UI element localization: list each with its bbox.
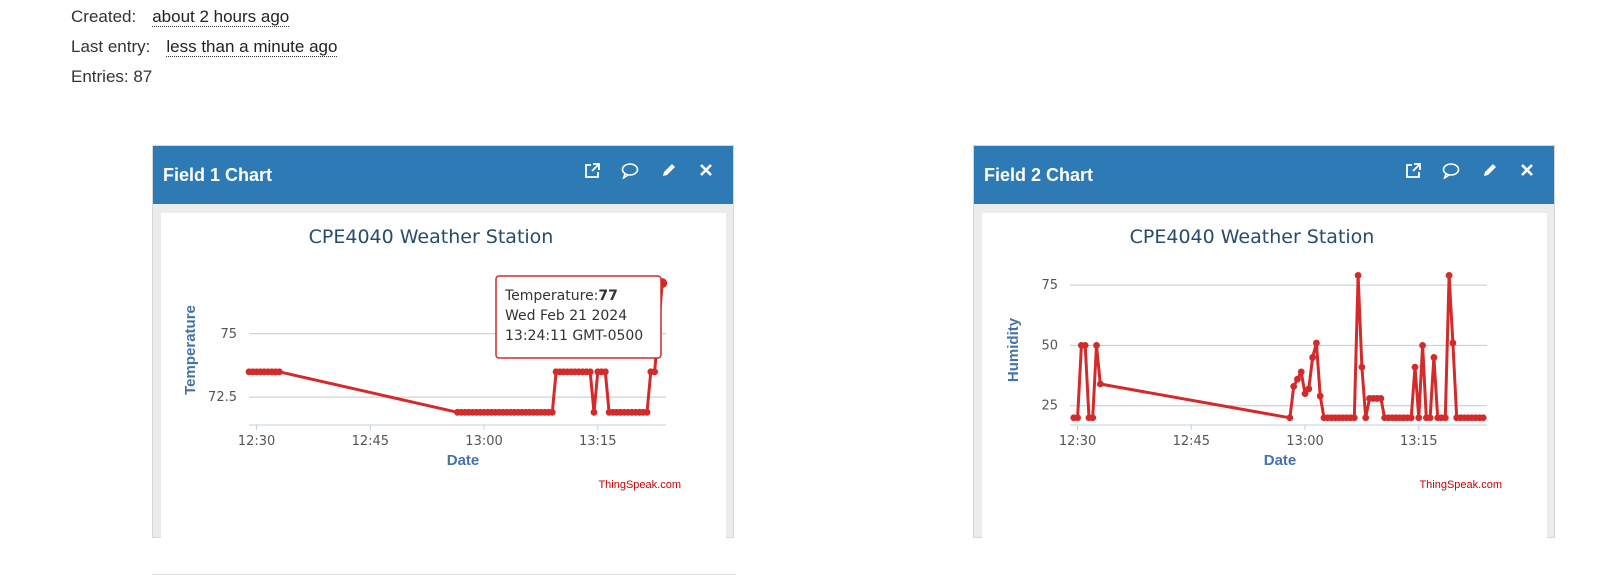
panel-title: Field 1 Chart xyxy=(163,165,273,185)
data-point[interactable] xyxy=(586,368,594,376)
x-tick-label: 12:30 xyxy=(1059,434,1096,449)
data-point[interactable] xyxy=(1309,354,1317,361)
data-point[interactable] xyxy=(1430,354,1438,361)
x-tick-label: 13:15 xyxy=(579,434,616,449)
data-point[interactable] xyxy=(1290,382,1298,390)
y-axis-title: Temperature xyxy=(182,305,199,395)
y-tick-label: 75 xyxy=(1041,278,1058,293)
thingspeak-credit[interactable]: ThingSpeak.com xyxy=(1419,479,1502,491)
chart-area: CPE4040 Weather Station 12:30 12:45 13:00 1… xyxy=(982,213,1547,543)
panel-header: Field 1 Chart xyxy=(153,146,733,204)
created-label: Created: xyxy=(71,7,137,26)
external-link-icon[interactable] xyxy=(583,162,601,182)
y-axis-title: Humidity xyxy=(1005,317,1022,382)
y-tick-label: 25 xyxy=(1041,399,1058,414)
chart-area: CPE4040 Weather Station 12:30 12:45 13:00 1… xyxy=(161,213,726,543)
tooltip-value: 77 xyxy=(598,288,617,304)
created-row: Created: about 2 hours ago xyxy=(71,7,290,27)
close-icon[interactable] xyxy=(697,162,715,182)
data-point[interactable] xyxy=(1093,341,1100,349)
comment-icon[interactable] xyxy=(621,162,639,182)
data-point[interactable] xyxy=(1377,395,1385,402)
data-point[interactable] xyxy=(1305,385,1313,393)
svg-text:Temperature:77: Temperature:77 xyxy=(504,288,618,304)
chart-title: CPE4040 Weather Station xyxy=(1130,226,1375,248)
data-point[interactable] xyxy=(1426,414,1434,422)
entries-count: Entries: 87 xyxy=(71,67,153,86)
panel-toolbar xyxy=(583,162,715,182)
x-tick-label: 12:45 xyxy=(352,434,389,449)
data-point[interactable] xyxy=(643,408,651,416)
data-point[interactable] xyxy=(1362,414,1370,422)
y-tick-label: 72.5 xyxy=(208,390,237,405)
thingspeak-credit[interactable]: ThingSpeak.com xyxy=(598,479,681,491)
temperature-chart: CPE4040 Weather Station 12:30 12:45 13:00 1… xyxy=(182,226,681,491)
x-axis-title: Date xyxy=(1264,452,1297,469)
data-point[interactable] xyxy=(1294,375,1301,383)
data-point[interactable] xyxy=(1354,272,1362,279)
data-point[interactable] xyxy=(601,368,609,376)
data-point[interactable] xyxy=(1074,414,1081,422)
data-point[interactable] xyxy=(548,408,556,416)
data-point[interactable] xyxy=(275,368,283,376)
field-1-chart-panel: Field 1 Chart CPE4040 Weather Station 12… xyxy=(152,145,734,543)
x-axis-title: Date xyxy=(447,452,480,469)
pencil-icon[interactable] xyxy=(1480,162,1498,182)
x-tick-label: 12:30 xyxy=(238,434,275,449)
comment-icon[interactable] xyxy=(1442,162,1460,182)
chart-title: CPE4040 Weather Station xyxy=(309,226,554,248)
data-point[interactable] xyxy=(1313,339,1320,347)
data-point[interactable] xyxy=(1407,414,1415,422)
external-link-icon[interactable] xyxy=(1404,162,1422,182)
panel-header: Field 2 Chart xyxy=(974,146,1554,204)
data-point[interactable] xyxy=(590,408,598,416)
data-point[interactable] xyxy=(1419,341,1426,349)
data-point[interactable] xyxy=(1358,363,1366,371)
x-tick-label: 12:45 xyxy=(1173,434,1210,449)
data-point[interactable] xyxy=(1089,414,1097,422)
created-value: about 2 hours ago xyxy=(152,7,290,27)
x-tick-label: 13:15 xyxy=(1400,434,1437,449)
data-point[interactable] xyxy=(1479,414,1487,422)
last-entry-label: Last entry: xyxy=(71,37,151,56)
pencil-icon[interactable] xyxy=(659,162,677,182)
data-point[interactable] xyxy=(1286,414,1294,422)
data-point[interactable] xyxy=(1445,272,1453,279)
humidity-chart: CPE4040 Weather Station 12:30 12:45 13:00 1… xyxy=(1005,226,1502,491)
data-point[interactable] xyxy=(1297,368,1305,376)
data-point[interactable] xyxy=(1096,380,1104,388)
y-tick-label: 75 xyxy=(220,327,237,342)
panel-toolbar xyxy=(1404,162,1536,182)
close-icon[interactable] xyxy=(1518,162,1536,182)
panel-title: Field 2 Chart xyxy=(984,165,1094,185)
data-point[interactable] xyxy=(651,368,659,376)
tooltip-date: Wed Feb 21 2024 xyxy=(505,308,627,324)
tooltip-series-label: Temperature: xyxy=(504,288,598,304)
last-entry-row: Last entry: less than a minute ago xyxy=(71,37,338,57)
data-point[interactable] xyxy=(1081,341,1089,349)
tooltip-time: 13:24:11 GMT-0500 xyxy=(505,328,643,344)
last-entry-value: less than a minute ago xyxy=(166,37,338,57)
x-tick-label: 13:00 xyxy=(465,434,502,449)
tooltip: Temperature:77 Wed Feb 21 2024 13:24:11 … xyxy=(495,275,662,359)
y-tick-label: 50 xyxy=(1041,338,1058,353)
data-point[interactable] xyxy=(1449,339,1457,347)
data-point[interactable] xyxy=(1411,363,1419,371)
data-point[interactable] xyxy=(1441,414,1449,422)
data-point[interactable] xyxy=(1415,414,1423,422)
data-point[interactable] xyxy=(1350,414,1358,422)
field-2-chart-panel: Field 2 Chart CPE4040 Weather Station 12… xyxy=(973,145,1555,543)
x-tick-label: 13:00 xyxy=(1286,434,1323,449)
data-point[interactable] xyxy=(1316,392,1324,400)
